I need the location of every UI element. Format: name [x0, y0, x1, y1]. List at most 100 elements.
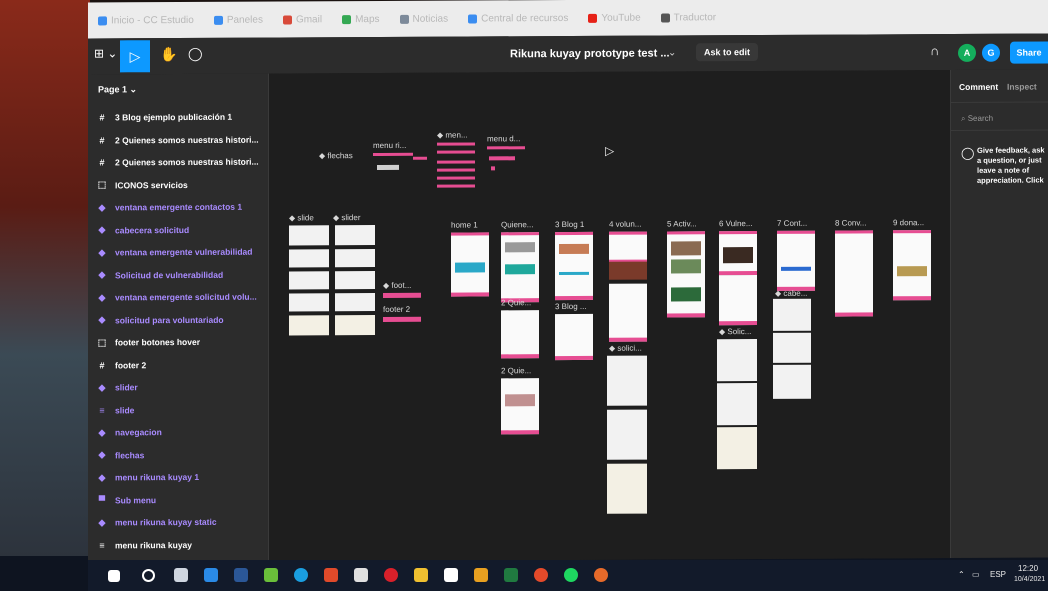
bookmark-item[interactable]: Inicio - CC Estudio — [98, 14, 194, 26]
clock-time[interactable]: 12:20 — [1018, 564, 1038, 573]
design-frame[interactable] — [607, 409, 647, 460]
layer-item[interactable]: #3 Blog ejemplo publicación 1 — [96, 110, 232, 125]
frame-label[interactable]: ◆ cabe... — [775, 289, 807, 298]
design-frame[interactable] — [835, 230, 873, 317]
layer-item[interactable]: ◆ menu rikuna kuyay static — [96, 515, 217, 530]
design-frame[interactable] — [717, 339, 757, 382]
frame-label[interactable]: ◆ slide — [289, 213, 314, 222]
task-view-icon[interactable] — [174, 568, 188, 582]
ask-to-edit-button[interactable]: Ask to edit — [696, 43, 759, 62]
file-explorer-icon[interactable] — [414, 568, 428, 582]
bookmark-item[interactable]: Maps — [342, 13, 380, 25]
app-icon[interactable] — [474, 568, 488, 582]
word-icon[interactable] — [234, 568, 248, 582]
frame-label[interactable]: ◆ foot... — [383, 281, 411, 290]
layer-item[interactable]: ◆ slider — [96, 380, 138, 394]
frame-label[interactable]: menu ri... — [373, 141, 406, 150]
design-canvas[interactable]: ◆ flechas menu ri... ◆ men... menu d... … — [269, 70, 949, 562]
layer-item[interactable]: ◆ cabecera solicitud — [96, 222, 190, 236]
clock-date[interactable]: 10/4/2021 — [1014, 576, 1045, 583]
frame-label[interactable]: 7 Cont... — [777, 219, 807, 228]
design-frame[interactable] — [451, 232, 489, 297]
chevron-down-icon[interactable]: ⌄ — [668, 47, 676, 58]
move-tool-icon[interactable]: ▷ — [120, 40, 150, 73]
design-frame[interactable] — [501, 378, 539, 435]
layer-item[interactable]: ◆ ventana emergente solicitud volu... — [96, 290, 257, 305]
excel-icon[interactable] — [504, 568, 518, 582]
windows-start-icon[interactable] — [108, 570, 120, 582]
design-frame[interactable] — [335, 315, 375, 336]
layer-item[interactable]: ◆ navegacion — [96, 425, 162, 439]
app-icon[interactable] — [264, 568, 278, 582]
layer-item[interactable]: #2 Quienes somos nuestras histori... — [96, 132, 258, 147]
notepad-icon[interactable] — [444, 568, 458, 582]
layer-item[interactable]: ◆ flechas — [96, 448, 145, 462]
app-icon[interactable] — [324, 568, 338, 582]
layer-item[interactable]: ◆ ventana emergente contactos 1 — [96, 200, 243, 215]
chrome-icon[interactable] — [594, 568, 608, 582]
design-frame[interactable] — [335, 249, 375, 268]
opera-icon[interactable] — [384, 568, 398, 582]
page-selector[interactable]: Page 1 ⌄ — [98, 84, 137, 95]
design-frame[interactable] — [289, 249, 329, 268]
file-title[interactable]: Rikuna kuyay prototype test ... — [510, 47, 670, 60]
app-icon[interactable] — [354, 568, 368, 582]
chrome-icon[interactable] — [534, 568, 548, 582]
hand-tool-icon[interactable]: ✋ — [160, 46, 177, 63]
frame-label[interactable]: 6 Vulne... — [719, 219, 753, 228]
design-frame[interactable] — [289, 293, 329, 312]
layer-item[interactable]: ◆ solicitud para voluntariado — [96, 312, 224, 327]
design-frame[interactable] — [717, 383, 757, 426]
language-indicator[interactable]: ESP — [990, 570, 1006, 579]
bookmark-item[interactable]: Noticias — [399, 13, 448, 24]
design-frame[interactable] — [609, 261, 647, 280]
layer-item[interactable]: ⬚ ICONOS servicios — [96, 177, 188, 191]
frame-label[interactable]: 5 Activ... — [667, 219, 697, 228]
design-frame[interactable] — [719, 275, 757, 326]
layer-item[interactable]: ⬚ footer botones hover — [96, 335, 200, 350]
design-frame[interactable] — [289, 225, 329, 246]
frame-label[interactable]: ◆ flechas — [319, 151, 353, 160]
design-frame[interactable] — [667, 231, 705, 318]
layer-item[interactable]: ≡ slide — [96, 403, 134, 417]
design-frame[interactable] — [719, 231, 757, 276]
design-frame[interactable] — [335, 225, 375, 246]
frame-label[interactable]: ◆ Solic... — [719, 327, 751, 336]
frame-label[interactable]: 9 dona... — [893, 218, 924, 227]
design-frame[interactable] — [607, 463, 647, 514]
frame-label[interactable]: ◆ slider — [333, 213, 361, 222]
design-frame[interactable] — [773, 298, 811, 331]
share-button[interactable]: Share — [1010, 41, 1048, 64]
frame-label[interactable]: 3 Blog 1 — [555, 220, 584, 229]
bookmark-item[interactable]: Paneles — [213, 14, 263, 25]
main-menu-button[interactable]: ⊞ ⌄ — [94, 46, 117, 60]
bookmark-item[interactable]: Central de recursos — [468, 12, 568, 24]
comment-tool-icon[interactable]: ◯ — [188, 46, 203, 62]
avatar[interactable]: A — [958, 43, 976, 62]
bookmark-item[interactable]: YouTube — [588, 12, 641, 23]
spotify-icon[interactable] — [564, 568, 578, 582]
layer-item[interactable]: ◆ menu rikuna kuyay 1 — [96, 470, 200, 485]
tab-comment[interactable]: Comment — [959, 82, 998, 92]
design-frame[interactable] — [607, 355, 647, 406]
search-icon[interactable] — [142, 569, 155, 582]
design-frame[interactable] — [773, 332, 811, 363]
edge-icon[interactable] — [294, 568, 308, 582]
frame-label[interactable]: ◆ solici... — [609, 344, 642, 353]
frame-label[interactable]: home 1 — [451, 220, 478, 229]
design-frame[interactable] — [289, 315, 329, 336]
design-frame[interactable] — [609, 283, 647, 342]
frame-label[interactable]: 4 volun... — [609, 220, 641, 229]
frame-label[interactable]: footer 2 — [383, 305, 410, 314]
design-frame[interactable] — [609, 231, 647, 264]
layer-item[interactable]: # footer 2 — [96, 358, 146, 372]
frame-label[interactable]: 2 Quie... — [501, 298, 531, 307]
zoom-icon[interactable] — [204, 568, 218, 582]
network-icon[interactable]: ▭ — [972, 570, 980, 579]
frame-label[interactable]: ◆ men... — [437, 131, 468, 140]
layer-item[interactable]: ◆ ventana emergente vulnerabilidad — [96, 245, 253, 260]
search-input[interactable]: ⌕ Search — [961, 114, 993, 124]
bookmark-item[interactable]: Gmail — [282, 14, 322, 25]
frame-label[interactable]: menu d... — [487, 134, 520, 143]
layer-item[interactable]: ▀ Sub menu — [96, 493, 156, 507]
